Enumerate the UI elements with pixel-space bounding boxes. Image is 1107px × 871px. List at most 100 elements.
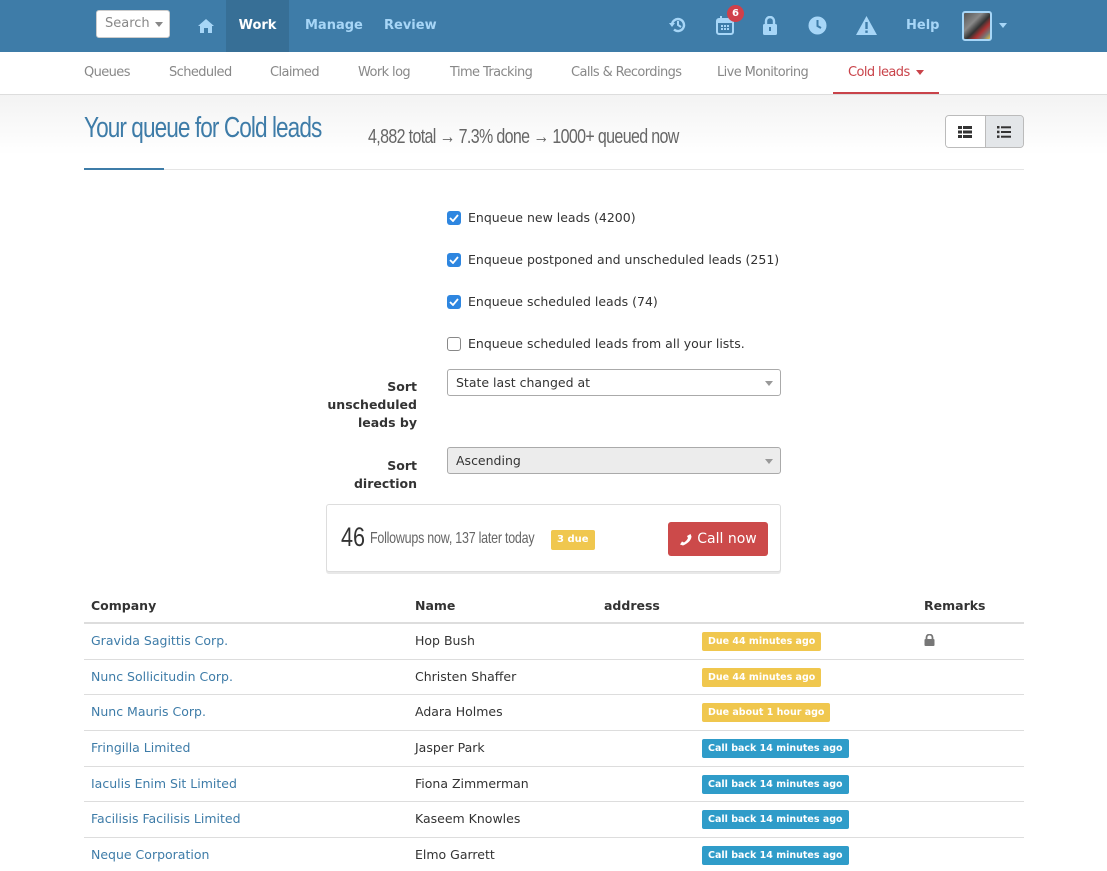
sort-direction-value: Ascending [456, 453, 521, 468]
warning-icon [855, 15, 877, 35]
queue-stats: 4,882 total → 7.3% done → 1000+ queued n… [368, 126, 679, 148]
contact-name: Elmo Garrett [415, 847, 495, 863]
history-button[interactable] [667, 14, 689, 36]
enqueue-postponed-option[interactable]: Enqueue postponed and unscheduled leads … [447, 252, 779, 267]
chevron-down-icon [765, 459, 773, 464]
sort-by-label: Sort unscheduled leads by [320, 378, 417, 432]
company-link[interactable]: Gravida Sagittis Corp. [91, 633, 228, 648]
status-badge: Call back 14 minutes ago [702, 846, 849, 866]
nav-manage[interactable]: Manage [305, 0, 363, 52]
search-placeholder: Search [105, 16, 150, 31]
enqueue-all-lists-option[interactable]: Enqueue scheduled leads from all your li… [447, 336, 745, 351]
tab-time-tracking[interactable]: Time Tracking [450, 52, 533, 94]
history-icon [669, 17, 686, 33]
contact-name: Fiona Zimmerman [415, 775, 529, 791]
enqueue-scheduled-checkbox[interactable] [447, 294, 461, 309]
enqueue-all-lists-label: Enqueue scheduled leads from all your li… [468, 336, 745, 351]
enqueue-all-lists-checkbox[interactable] [447, 336, 461, 351]
nav-review[interactable]: Review [384, 0, 437, 52]
sort-by-label-line-2: unscheduled [327, 397, 417, 412]
checkmark-icon [449, 255, 459, 264]
company-link[interactable]: Facilisis Facilisis Limited [91, 811, 241, 826]
checkmark-icon [449, 297, 459, 306]
table-row[interactable]: Fringilla Limited Jasper Park Call back 14… [84, 731, 1024, 767]
user-menu-chevron-icon[interactable] [999, 23, 1007, 28]
tab-cold-leads[interactable]: Cold leads [833, 52, 939, 94]
company-link[interactable]: Nunc Sollicitudin Corp. [91, 669, 233, 684]
followups-text: Followups now, 137 later today [370, 530, 535, 547]
leads-table: Company Name address Remarks Gravida Sag… [84, 590, 1024, 871]
company-link[interactable]: Neque Corporation [91, 847, 209, 862]
title-divider [84, 169, 1024, 170]
tab-scheduled[interactable]: Scheduled [169, 52, 232, 94]
lock-icon [763, 15, 777, 35]
followups-count: 46 [341, 522, 366, 552]
tab-cold-leads-label: Cold leads [848, 65, 910, 80]
company-link[interactable]: Nunc Mauris Corp. [91, 704, 206, 719]
list-view-icon [997, 125, 1012, 138]
nav-work[interactable]: Work [226, 0, 289, 52]
enqueue-scheduled-option[interactable]: Enqueue scheduled leads (74) [447, 294, 658, 309]
table-row[interactable]: Gravida Sagittis Corp. Hop Bush Due 44 min… [84, 624, 1024, 660]
call-now-button[interactable]: Call now [668, 522, 768, 556]
clock-button[interactable] [806, 14, 828, 36]
header-company[interactable]: Company [91, 598, 156, 613]
sort-by-select[interactable]: State last changed at [447, 369, 781, 396]
table-view-button[interactable] [946, 116, 985, 147]
search-dropdown[interactable]: Search [96, 10, 170, 38]
checkmark-icon [449, 213, 459, 222]
enqueue-new-leads-option[interactable]: Enqueue new leads (4200) [447, 210, 636, 225]
list-view-button[interactable] [984, 116, 1023, 147]
status-badge: Due 44 minutes ago [702, 632, 822, 651]
enqueue-postponed-label: Enqueue postponed and unscheduled leads … [468, 252, 780, 267]
title-divider-accent [84, 168, 164, 170]
sort-direction-select[interactable]: Ascending [447, 447, 781, 474]
alerts-button[interactable] [855, 14, 877, 36]
company-link[interactable]: Iaculis Enim Sit Limited [91, 776, 237, 791]
tab-calls-recordings[interactable]: Calls & Recordings [571, 52, 682, 94]
chevron-down-icon [155, 22, 163, 27]
table-row[interactable]: Neque Corporation Elmo Garrett Call back 1… [84, 838, 1024, 871]
company-link[interactable]: Fringilla Limited [91, 740, 190, 755]
header-remarks[interactable]: Remarks [924, 598, 985, 613]
header-name[interactable]: Name [415, 598, 455, 613]
contact-name: Adara Holmes [415, 704, 503, 720]
status-badge: Call back 14 minutes ago [702, 810, 849, 830]
user-avatar[interactable] [962, 11, 992, 41]
clock-icon [808, 16, 826, 34]
sort-by-value: State last changed at [456, 375, 591, 390]
table-view-icon [958, 125, 973, 138]
contact-name: Kaseem Knowles [415, 811, 521, 827]
call-now-label: Call now [697, 531, 757, 547]
tab-claimed[interactable]: Claimed [270, 52, 320, 94]
status-badge: Due 44 minutes ago [702, 667, 822, 687]
chevron-down-icon [765, 381, 773, 386]
table-header: Company Name address Remarks [84, 590, 1024, 624]
home-button[interactable] [188, 0, 224, 52]
page-title: Your queue for Cold leads [84, 112, 388, 145]
table-row[interactable]: Nunc Sollicitudin Corp. Christen Shaffer D… [84, 660, 1024, 696]
header-address[interactable]: address [604, 598, 660, 613]
chevron-down-icon [915, 70, 924, 75]
tab-live-monitoring[interactable]: Live Monitoring [717, 52, 809, 94]
home-icon [198, 19, 214, 33]
contact-name: Hop Bush [415, 633, 475, 648]
status-badge: Due about 1 hour ago [702, 703, 831, 723]
help-link[interactable]: Help [906, 0, 939, 52]
table-row[interactable]: Iaculis Enim Sit Limited Fiona Zimmerman C… [84, 767, 1024, 803]
followups-card: 46 Followups now, 137 later today 3 due … [326, 504, 781, 572]
enqueue-new-leads-checkbox[interactable] [447, 210, 461, 225]
table-row[interactable]: Nunc Mauris Corp. Adara Holmes Due about 1… [84, 695, 1024, 732]
table-row[interactable]: Facilisis Facilisis Limited Kaseem Knowle… [84, 802, 1024, 839]
enqueue-postponed-checkbox[interactable] [447, 252, 461, 267]
tab-work-log[interactable]: Work log [358, 52, 411, 94]
status-badge: Call back 14 minutes ago [702, 739, 849, 759]
table-body: Gravida Sagittis Corp. Hop Bush Due 44 min… [84, 624, 1024, 871]
calendar-badge: 6 [727, 5, 744, 22]
lock-icon [924, 633, 935, 650]
lock-button[interactable] [759, 14, 781, 36]
contact-name: Christen Shaffer [415, 668, 517, 684]
due-badge: 3 due [551, 530, 595, 550]
tab-queues[interactable]: Queues [84, 52, 130, 94]
sort-by-label-line-1: Sort [387, 379, 417, 394]
